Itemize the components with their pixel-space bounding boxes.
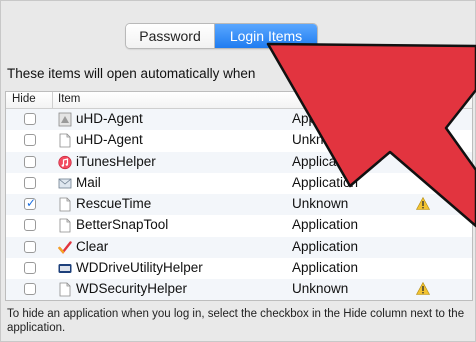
- table-row[interactable]: uHD-Agent Unknown: [6, 130, 472, 151]
- document-icon: [59, 219, 71, 233]
- item-name: BetterSnapTool: [76, 217, 169, 233]
- hide-checkbox[interactable]: [24, 219, 36, 232]
- item-name: WDSecurityHelper: [76, 281, 188, 297]
- table-row[interactable]: BetterSnapTool Application: [6, 215, 472, 236]
- item-name: uHD-Agent: [76, 132, 143, 148]
- item-name: WDDriveUtilityHelper: [76, 260, 203, 276]
- mail-icon: [58, 178, 72, 189]
- document-icon: [59, 133, 71, 148]
- item-kind: Unknown: [292, 281, 349, 297]
- warning-icon: [416, 133, 430, 147]
- document-icon: [59, 197, 71, 212]
- hide-checkbox[interactable]: [24, 134, 36, 147]
- item-name: Mail: [76, 174, 101, 190]
- column-divider: [52, 92, 53, 108]
- item-kind: Application: [292, 260, 359, 276]
- warning-icon: [416, 197, 430, 210]
- table-row[interactable]: WDDriveUtilityHelper Application: [6, 258, 472, 279]
- login-items-panel: Password Login Items These items will op…: [0, 0, 476, 342]
- item-kind: Application: [292, 153, 359, 169]
- table-row[interactable]: Mail Application: [6, 173, 472, 194]
- tab-password[interactable]: Password: [126, 24, 215, 48]
- item-kind: Application: [292, 238, 359, 254]
- item-kind: Application: [292, 217, 359, 233]
- hide-checkbox[interactable]: [24, 176, 36, 189]
- table-row[interactable]: Clear Application: [6, 236, 472, 259]
- item-kind: Unknown: [292, 196, 349, 212]
- hide-checkbox[interactable]: [24, 113, 36, 125]
- hide-checkbox[interactable]: [24, 155, 36, 168]
- column-header-item[interactable]: Item: [58, 93, 80, 105]
- column-header-hide[interactable]: Hide: [12, 93, 36, 105]
- hide-checkbox-checked[interactable]: [24, 196, 36, 211]
- hide-checkbox[interactable]: [24, 240, 36, 253]
- app-icon: [58, 112, 72, 127]
- item-kind: Unknown: [292, 132, 349, 148]
- item-name: Clear: [76, 238, 109, 254]
- drive-icon: [58, 264, 72, 274]
- footer-help-text: To hide an application when you log in, …: [7, 308, 465, 334]
- table-row[interactable]: uHD-Agent Application: [6, 109, 472, 131]
- document-icon: [59, 282, 71, 297]
- clear-icon: [58, 241, 72, 254]
- table-row[interactable]: WDSecurityHelper Unknown: [6, 279, 472, 300]
- intro-text: These items will open automatically when: [7, 66, 256, 81]
- hide-checkbox[interactable]: [24, 283, 36, 296]
- item-name: uHD-Agent: [76, 111, 143, 126]
- item-kind: Application: [292, 111, 359, 126]
- hide-checkbox[interactable]: [24, 262, 36, 275]
- item-name: iTunesHelper: [76, 153, 156, 169]
- table-row[interactable]: iTunesHelper Application: [6, 151, 472, 173]
- itunes-icon: [58, 155, 72, 169]
- table-header: Hide Item: [6, 92, 472, 109]
- item-kind: Application: [292, 174, 359, 190]
- login-items-table: Hide Item uHD-Agent Application uHD-Agen…: [5, 91, 473, 301]
- item-name: RescueTime: [76, 196, 152, 212]
- segmented-tabs: Password Login Items: [125, 23, 318, 49]
- warning-icon: [416, 282, 430, 296]
- table-row[interactable]: RescueTime Unknown: [6, 194, 472, 216]
- tab-login-items[interactable]: Login Items: [215, 24, 317, 48]
